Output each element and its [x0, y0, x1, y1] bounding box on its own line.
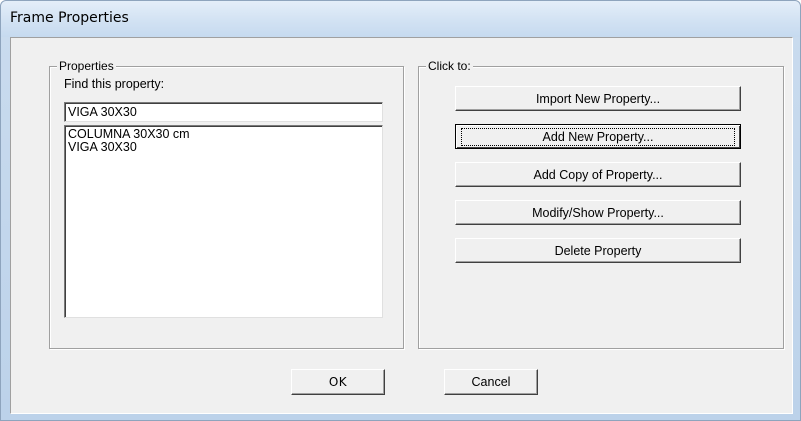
window-title: Frame Properties	[10, 10, 129, 26]
modify-show-property-button[interactable]: Modify/Show Property...	[455, 200, 741, 225]
add-copy-of-property-label: Add Copy of Property...	[533, 167, 663, 182]
find-property-label: Find this property:	[64, 77, 165, 91]
ok-button[interactable]: OK	[291, 369, 385, 395]
frame-properties-dialog: Frame Properties Properties Find this pr…	[0, 0, 801, 421]
import-new-property-button[interactable]: Import New Property...	[455, 86, 741, 111]
properties-group: Properties Find this property: COLUMNA 3…	[49, 59, 404, 349]
title-bar[interactable]: Frame Properties	[1, 1, 800, 37]
add-copy-of-property-button[interactable]: Add Copy of Property...	[455, 162, 741, 187]
find-property-input[interactable]	[64, 102, 383, 122]
cancel-label: Cancel	[471, 375, 511, 389]
list-item[interactable]: VIGA 30X30	[68, 141, 379, 154]
click-to-group-legend: Click to:	[426, 59, 473, 73]
add-new-property-label: Add New Property...	[461, 127, 735, 146]
delete-property-button[interactable]: Delete Property	[455, 238, 741, 263]
click-to-group: Click to: Import New Property... Add New…	[418, 59, 784, 349]
import-new-property-label: Import New Property...	[535, 91, 661, 106]
cancel-button[interactable]: Cancel	[444, 369, 538, 395]
modify-show-property-label: Modify/Show Property...	[532, 205, 664, 220]
properties-group-legend: Properties	[57, 59, 116, 73]
property-list[interactable]: COLUMNA 30X30 cm VIGA 30X30	[64, 125, 383, 318]
dialog-client-area: Properties Find this property: COLUMNA 3…	[10, 37, 793, 414]
delete-property-label: Delete Property	[554, 243, 642, 258]
ok-label: OK	[328, 375, 348, 389]
add-new-property-button[interactable]: Add New Property...	[455, 124, 741, 149]
